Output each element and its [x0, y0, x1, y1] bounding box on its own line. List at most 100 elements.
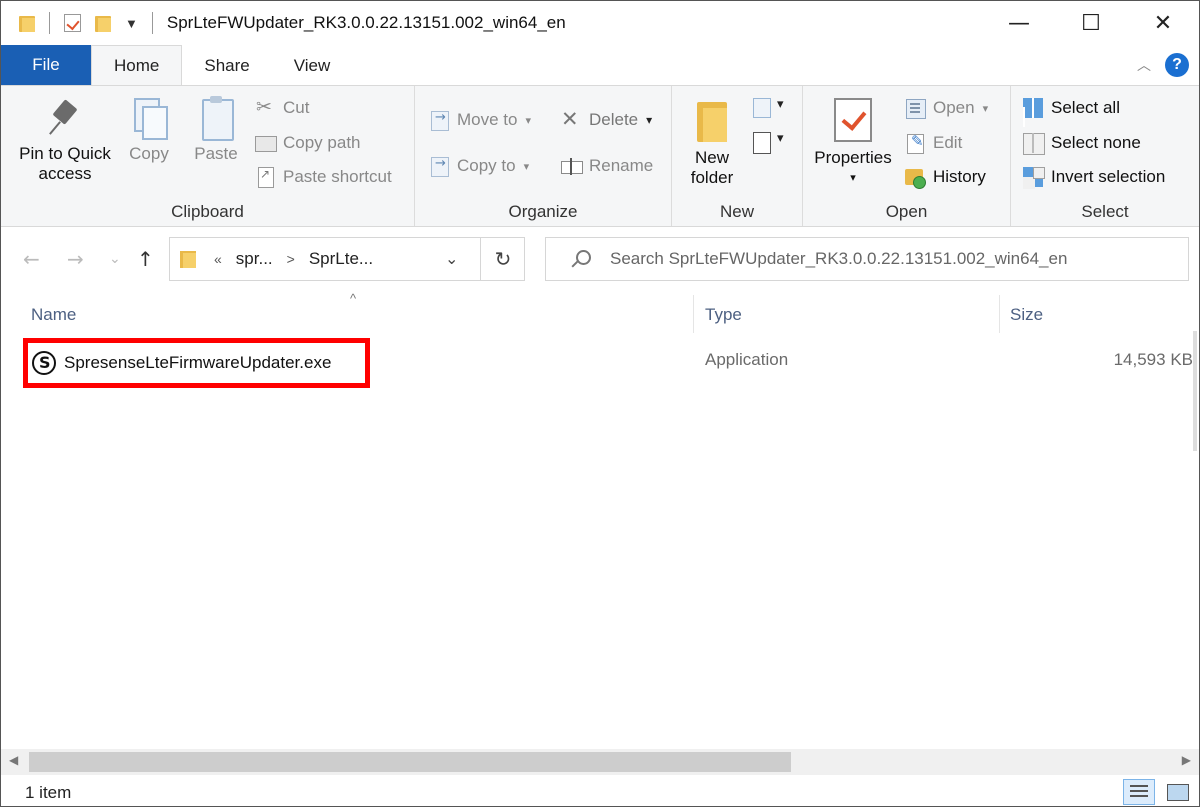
select-all-button[interactable]: Select all [1023, 98, 1120, 118]
column-type[interactable]: Type [705, 305, 742, 325]
rename-button[interactable]: Rename [561, 156, 653, 176]
recent-locations-icon[interactable]: ⌄ [109, 251, 121, 267]
rename-icon [561, 156, 583, 176]
tab-home[interactable]: Home [91, 45, 183, 85]
invert-selection-button[interactable]: Invert selection [1023, 167, 1165, 187]
minimize-button[interactable]: — [983, 1, 1055, 45]
paste-shortcut-icon [255, 167, 275, 188]
collapse-ribbon-icon[interactable]: ︿ [1137, 55, 1151, 75]
breadcrumb-item[interactable]: SprLte... [309, 249, 373, 269]
edit-button[interactable]: Edit [905, 132, 963, 154]
file-size: 14,593 KB [1113, 350, 1193, 369]
scroll-left-icon[interactable]: ◀ [9, 753, 18, 767]
cut-button[interactable]: Cut [255, 96, 309, 118]
paste-button[interactable]: Paste [187, 96, 245, 164]
column-divider[interactable] [693, 295, 694, 333]
chevron-down-icon: ▾ [850, 172, 856, 184]
folder-icon[interactable] [19, 14, 35, 32]
move-to-icon [429, 110, 449, 131]
chevron-down-icon: ▾ [646, 113, 653, 127]
breadcrumb-overflow[interactable]: « [214, 251, 222, 267]
copy-to-button[interactable]: Copy to ▾ [429, 156, 530, 177]
new-folder-icon[interactable] [95, 14, 111, 32]
horizontal-scrollbar[interactable]: ◀ ▶ [1, 749, 1199, 775]
copy-button[interactable]: Copy [123, 98, 175, 164]
close-button[interactable]: ✕ [1127, 1, 1199, 45]
vertical-scrollbar-thumb[interactable] [1193, 331, 1197, 451]
pin-to-quick-access-button[interactable]: Pin to Quick access [13, 100, 117, 184]
delete-button[interactable]: Delete ▾ [561, 107, 653, 131]
toolbar-separator [151, 12, 153, 34]
open-label: Open [933, 98, 975, 117]
chevron-down-icon[interactable]: ⌄ [445, 249, 458, 269]
copy-to-icon [429, 156, 449, 177]
copy-icon [132, 98, 168, 140]
customize-toolbar-icon[interactable]: ▼ [125, 16, 138, 31]
breadcrumb-separator[interactable]: > [287, 251, 295, 267]
scroll-right-icon[interactable]: ▶ [1182, 753, 1191, 767]
move-to-button[interactable]: Move to ▾ [429, 110, 532, 131]
vertical-scrollbar[interactable] [1191, 291, 1199, 751]
properties-icon[interactable] [64, 14, 81, 32]
tab-file[interactable]: File [1, 45, 91, 85]
properties-button[interactable]: Properties ▾ [811, 98, 895, 188]
pin-label-line2: access [38, 164, 92, 183]
chevron-down-icon: ▾ [523, 160, 530, 173]
item-count: 1 item [25, 783, 72, 802]
easy-access-icon[interactable] [753, 96, 789, 120]
window-title: SprLteFWUpdater_RK3.0.0.22.13151.002_win… [166, 13, 566, 32]
table-row[interactable]: SpresenseLteFirmwareUpdater.exe Applicat… [23, 338, 1199, 388]
column-divider[interactable] [999, 295, 1000, 333]
history-button[interactable]: History [905, 167, 986, 189]
open-icon [905, 98, 926, 119]
pin-label-line1: Pin to Quick [19, 144, 111, 163]
select-none-button[interactable]: Select none [1023, 133, 1141, 155]
column-name[interactable]: Name [31, 305, 76, 325]
file-name[interactable]: SpresenseLteFirmwareUpdater.exe [64, 353, 331, 373]
paste-shortcut-label: Paste shortcut [283, 167, 392, 186]
folder-icon [180, 250, 198, 268]
refresh-button[interactable]: ↻ [480, 238, 525, 280]
history-icon [905, 167, 926, 189]
column-size[interactable]: Size [1010, 305, 1043, 325]
copy-path-icon [255, 133, 277, 153]
search-placeholder: Search SprLteFWUpdater_RK3.0.0.22.13151.… [610, 249, 1068, 268]
chevron-down-icon: ▾ [982, 102, 989, 115]
address-bar[interactable]: « spr... > SprLte... ⌄ ↻ [169, 237, 525, 281]
organize-group-label: Organize [508, 202, 578, 221]
select-none-icon [1023, 133, 1045, 155]
delete-label: Delete [589, 110, 639, 129]
search-icon [570, 249, 591, 269]
horizontal-scrollbar-thumb[interactable] [29, 752, 791, 772]
forward-arrow-icon[interactable]: → [67, 247, 84, 271]
open-button[interactable]: Open ▾ [905, 98, 989, 119]
new-item-icon[interactable] [753, 130, 789, 156]
file-type: Application [705, 350, 789, 369]
window-controls: — ☐ ✕ [983, 1, 1199, 45]
chevron-down-icon: ▾ [525, 114, 532, 127]
highlighted-file-name[interactable]: SpresenseLteFirmwareUpdater.exe [23, 338, 370, 388]
edit-label: Edit [933, 133, 963, 152]
details-view-icon[interactable] [1123, 779, 1155, 805]
maximize-button[interactable]: ☐ [1055, 1, 1127, 45]
help-icon[interactable]: ? [1165, 53, 1189, 77]
breadcrumb-item[interactable]: spr... [236, 249, 273, 269]
status-bar: 1 item [1, 777, 1199, 806]
copy-label: Copy [129, 144, 169, 163]
invert-selection-label: Invert selection [1051, 167, 1166, 186]
tab-view[interactable]: View [272, 47, 353, 85]
clipboard-group: Pin to Quick access Copy Paste Cut Copy … [1, 86, 415, 226]
new-folder-button[interactable]: New folder [682, 98, 742, 188]
breadcrumb: « spr... > SprLte... [214, 249, 373, 269]
clipboard-group-label: Clipboard [171, 202, 244, 221]
search-input[interactable]: Search SprLteFWUpdater_RK3.0.0.22.13151.… [545, 237, 1189, 281]
back-arrow-icon[interactable]: ← [23, 247, 40, 271]
up-arrow-icon[interactable]: ↑ [137, 247, 154, 271]
quick-access-toolbar: ▼ [1, 1, 153, 45]
large-icons-view-icon[interactable] [1163, 780, 1191, 804]
tab-share[interactable]: Share [182, 47, 271, 85]
move-to-label: Move to [457, 110, 518, 129]
ribbon-controls: ︿ ? [1137, 53, 1189, 77]
paste-shortcut-button[interactable]: Paste shortcut [255, 167, 392, 188]
copy-path-button[interactable]: Copy path [255, 133, 361, 153]
